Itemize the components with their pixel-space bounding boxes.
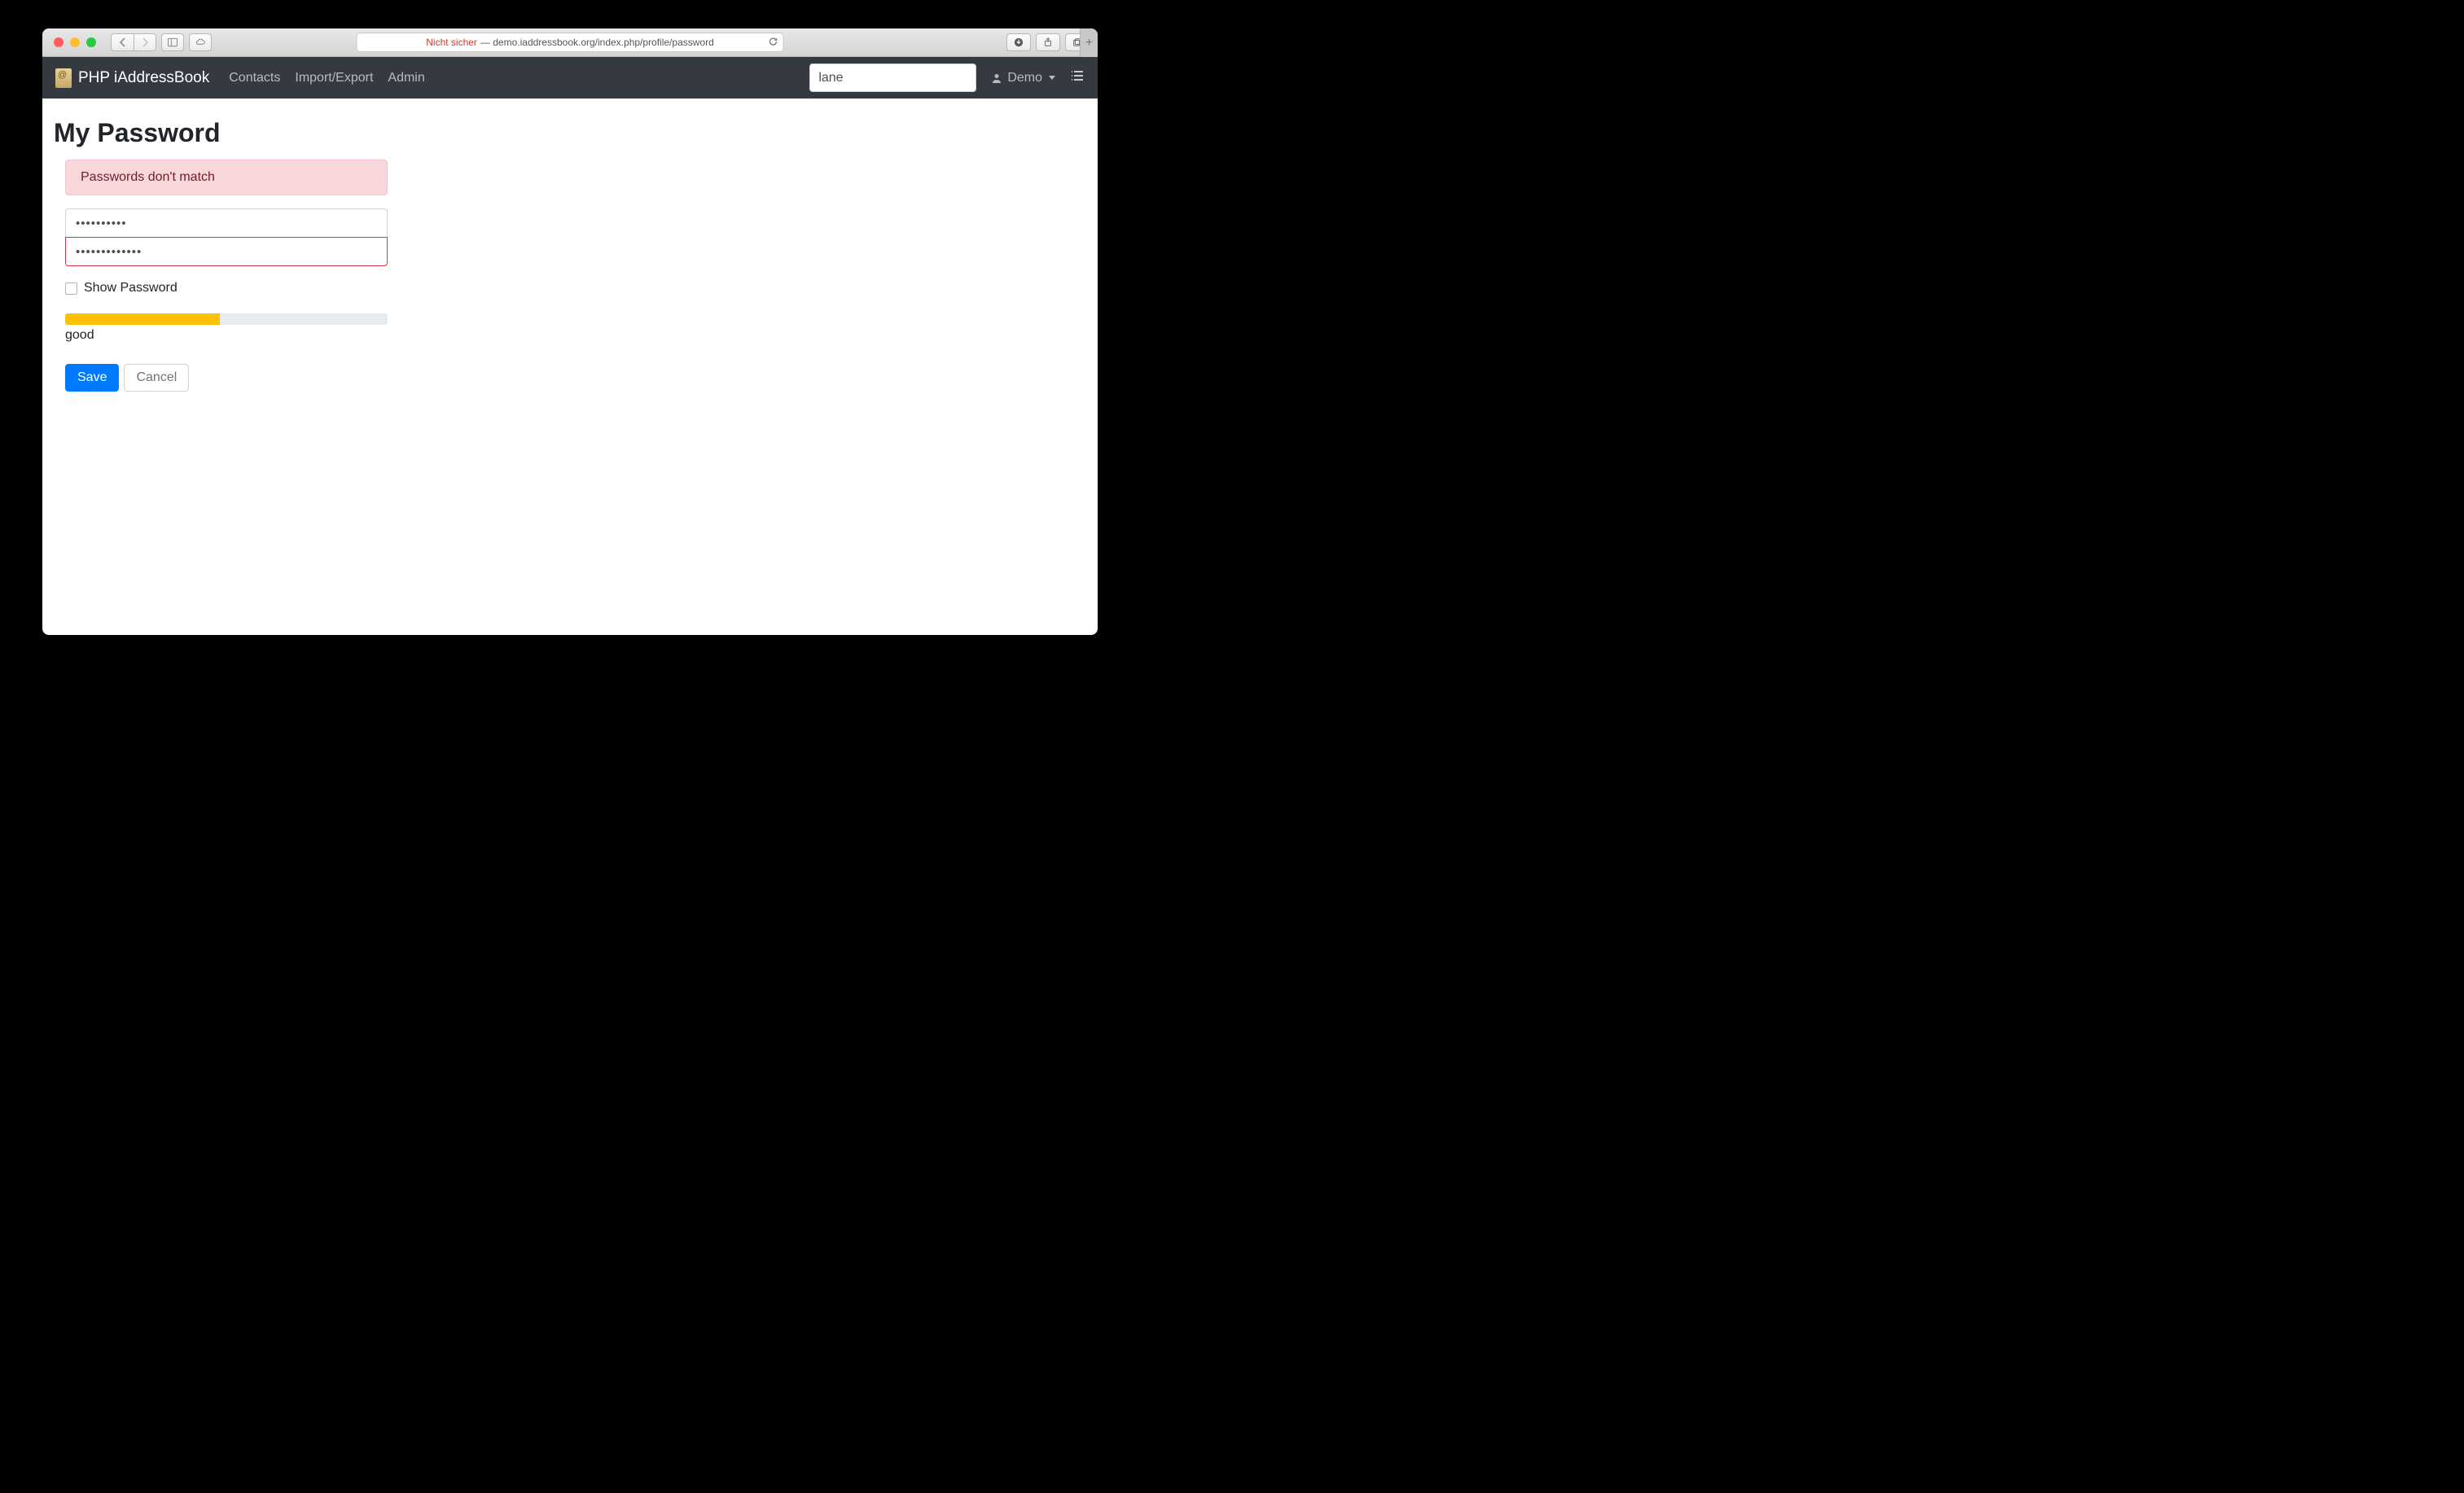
- user-menu[interactable]: Demo: [991, 71, 1055, 85]
- search-input[interactable]: [809, 63, 976, 92]
- downloads-button[interactable]: [1006, 33, 1031, 51]
- new-tab-button[interactable]: +: [1080, 28, 1098, 57]
- show-password-label: Show Password: [84, 281, 178, 296]
- book-icon: [55, 68, 72, 88]
- nav-links: Contacts Import/Export Admin: [229, 71, 425, 85]
- show-password-checkbox[interactable]: [65, 282, 77, 295]
- strength-label: good: [65, 328, 388, 343]
- brand-text: PHP iAddressBook: [78, 69, 209, 87]
- maximize-window-button[interactable]: [86, 37, 96, 47]
- browser-titlebar: Nicht sicher — demo.iaddressbook.org/ind…: [42, 28, 1098, 57]
- nav-import-export[interactable]: Import/Export: [295, 71, 373, 85]
- page-content: My Password Passwords don't match Show P…: [42, 99, 1098, 408]
- nav-admin[interactable]: Admin: [388, 71, 424, 85]
- back-button[interactable]: [111, 33, 134, 51]
- list-view-button[interactable]: [1070, 68, 1085, 87]
- password-input[interactable]: [65, 208, 388, 238]
- app-navbar: PHP iAddressBook Contacts Import/Export …: [42, 57, 1098, 99]
- insecure-label: Nicht sicher: [426, 37, 477, 48]
- minimize-window-button[interactable]: [70, 37, 80, 47]
- window-controls: [42, 37, 96, 47]
- close-window-button[interactable]: [54, 37, 64, 47]
- icloud-button[interactable]: [189, 33, 212, 51]
- save-button[interactable]: Save: [65, 364, 119, 392]
- cancel-button[interactable]: Cancel: [124, 364, 189, 392]
- password-confirm-input[interactable]: [65, 237, 388, 266]
- error-alert: Passwords don't match: [65, 160, 388, 195]
- reload-icon[interactable]: [769, 37, 778, 49]
- url-text: — demo.iaddressbook.org/index.php/profil…: [480, 37, 714, 48]
- caret-down-icon: [1049, 76, 1055, 80]
- user-label: Demo: [1007, 71, 1042, 85]
- page-title: My Password: [54, 118, 1086, 148]
- sidebar-toggle-button[interactable]: [161, 33, 184, 51]
- brand[interactable]: PHP iAddressBook: [55, 68, 209, 88]
- show-password-row[interactable]: Show Password: [65, 281, 388, 296]
- nav-contacts[interactable]: Contacts: [229, 71, 280, 85]
- strength-bar: [65, 313, 220, 325]
- address-bar[interactable]: Nicht sicher — demo.iaddressbook.org/ind…: [357, 33, 784, 52]
- forward-button[interactable]: [134, 33, 156, 51]
- nav-buttons: [111, 33, 156, 51]
- browser-window: Nicht sicher — demo.iaddressbook.org/ind…: [42, 28, 1098, 635]
- user-icon: [991, 72, 1002, 84]
- strength-meter: [65, 313, 388, 325]
- share-button[interactable]: [1036, 33, 1060, 51]
- password-form: Passwords don't match Show Password good…: [65, 160, 388, 392]
